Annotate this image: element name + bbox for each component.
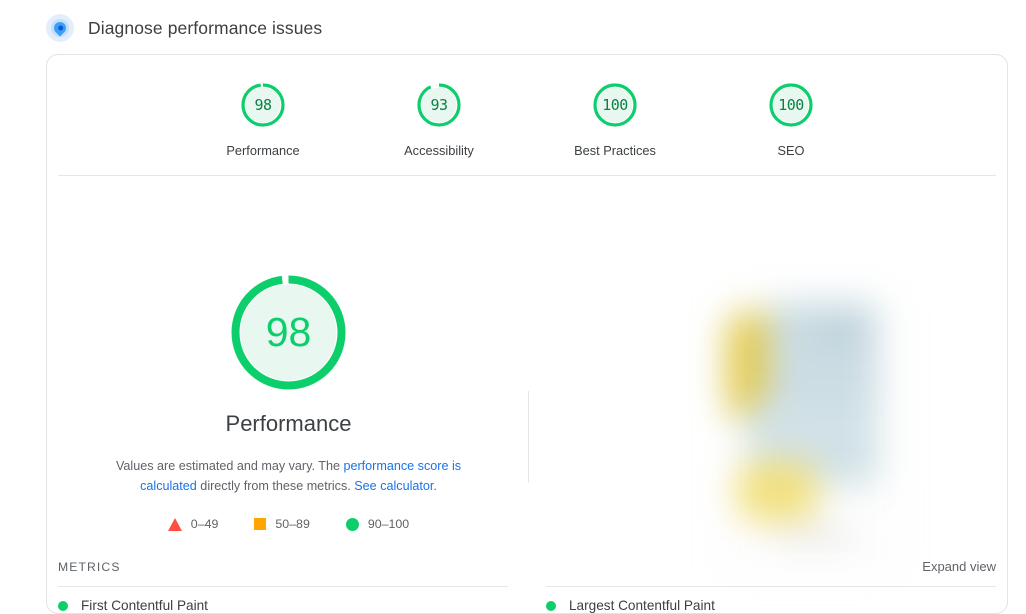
status-dot-icon: [58, 600, 68, 611]
column-divider: [528, 391, 529, 483]
metric-name-first-contentful-paint: First Contentful Paint: [81, 598, 208, 613]
score-item-best-practices[interactable]: 100 Best Practices: [555, 81, 675, 158]
score-label-performance: Performance: [226, 143, 300, 158]
metrics-column-right: Largest Contentful Paint: [546, 586, 996, 613]
section-divider: [58, 175, 996, 176]
metrics-columns: First Contentful Paint Largest Contentfu…: [58, 586, 996, 613]
gauge-performance-large-value: 98: [265, 309, 312, 355]
thumbnail-block-4: [736, 460, 818, 522]
score-label-accessibility: Accessibility: [404, 143, 474, 158]
score-summary-strip: 98 Performance 93 Accessibility 100 Best…: [47, 55, 1007, 158]
legend-label-fail: 0–49: [190, 517, 219, 531]
legend-item-pass: 90–100: [345, 517, 410, 531]
triangle-icon: [167, 517, 182, 531]
description-text-mid: directly from these metrics.: [196, 479, 355, 493]
featured-score-column: 98 Performance Values are estimated and …: [47, 185, 530, 556]
score-label-seo: SEO: [777, 143, 805, 158]
metrics-rule-left: [58, 586, 508, 587]
lighthouse-icon-ring: [51, 19, 69, 37]
status-dot-icon: [546, 600, 556, 611]
gauge-accessibility-small-value: 93: [430, 96, 448, 114]
expand-view-button[interactable]: Expand view: [922, 559, 996, 574]
lighthouse-icon-drop: [51, 19, 69, 37]
description-text-post: .: [433, 479, 437, 493]
metrics-rule-right: [546, 586, 996, 587]
score-item-accessibility[interactable]: 93 Accessibility: [379, 81, 499, 158]
page-screenshot-column: [530, 185, 1007, 580]
metrics-header: METRICS Expand view: [58, 559, 996, 574]
lighthouse-report-card: 98 Performance 93 Accessibility 100 Best…: [46, 54, 1008, 614]
score-label-best-practices: Best Practices: [574, 143, 656, 158]
metric-name-largest-contentful-paint: Largest Contentful Paint: [569, 598, 715, 613]
gauge-performance-large: 98: [229, 273, 348, 392]
page-screenshot-thumbnail: [718, 290, 904, 580]
score-legend: 0–49 50–89 90–100: [167, 517, 410, 531]
gauge-best-practices-small-value: 100: [602, 96, 628, 114]
legend-item-fail: 0–49: [167, 517, 219, 531]
thumbnail-block-5: [780, 528, 852, 544]
legend-label-pass: 90–100: [367, 517, 410, 531]
lighthouse-icon-core: [57, 25, 63, 31]
gauge-seo-small: 100: [767, 81, 815, 129]
thumbnail-block-6: [814, 320, 866, 340]
score-description: Values are estimated and may vary. The p…: [89, 456, 489, 496]
metrics-column-left: First Contentful Paint: [58, 586, 508, 613]
gauge-performance-small: 98: [239, 81, 287, 129]
gauge-accessibility-small: 93: [415, 81, 463, 129]
score-item-seo[interactable]: 100 SEO: [731, 81, 851, 158]
score-item-performance[interactable]: 98 Performance: [203, 81, 323, 158]
page-title: Diagnose performance issues: [88, 17, 323, 38]
metric-item-largest-contentful-paint[interactable]: Largest Contentful Paint: [546, 598, 996, 613]
metrics-section: METRICS Expand view First Contentful Pai…: [47, 556, 1007, 613]
see-calculator-link[interactable]: See calculator: [354, 479, 433, 493]
gauge-best-practices-small: 100: [591, 81, 639, 129]
featured-score-label: Performance: [225, 411, 352, 436]
description-text-pre: Values are estimated and may vary. The: [115, 459, 344, 473]
lighthouse-icon: [46, 14, 74, 42]
circle-icon: [345, 517, 359, 531]
gauge-seo-small-value: 100: [778, 96, 804, 114]
report-body: 98 Performance Values are estimated and …: [47, 185, 1007, 580]
metrics-title: METRICS: [58, 559, 121, 574]
square-icon: [254, 518, 267, 530]
legend-item-average: 50–89: [254, 517, 310, 531]
gauge-performance-small-value: 98: [254, 96, 272, 114]
legend-label-average: 50–89: [275, 517, 310, 531]
page-header: Diagnose performance issues: [46, 14, 322, 42]
metric-item-first-contentful-paint[interactable]: First Contentful Paint: [58, 598, 508, 613]
